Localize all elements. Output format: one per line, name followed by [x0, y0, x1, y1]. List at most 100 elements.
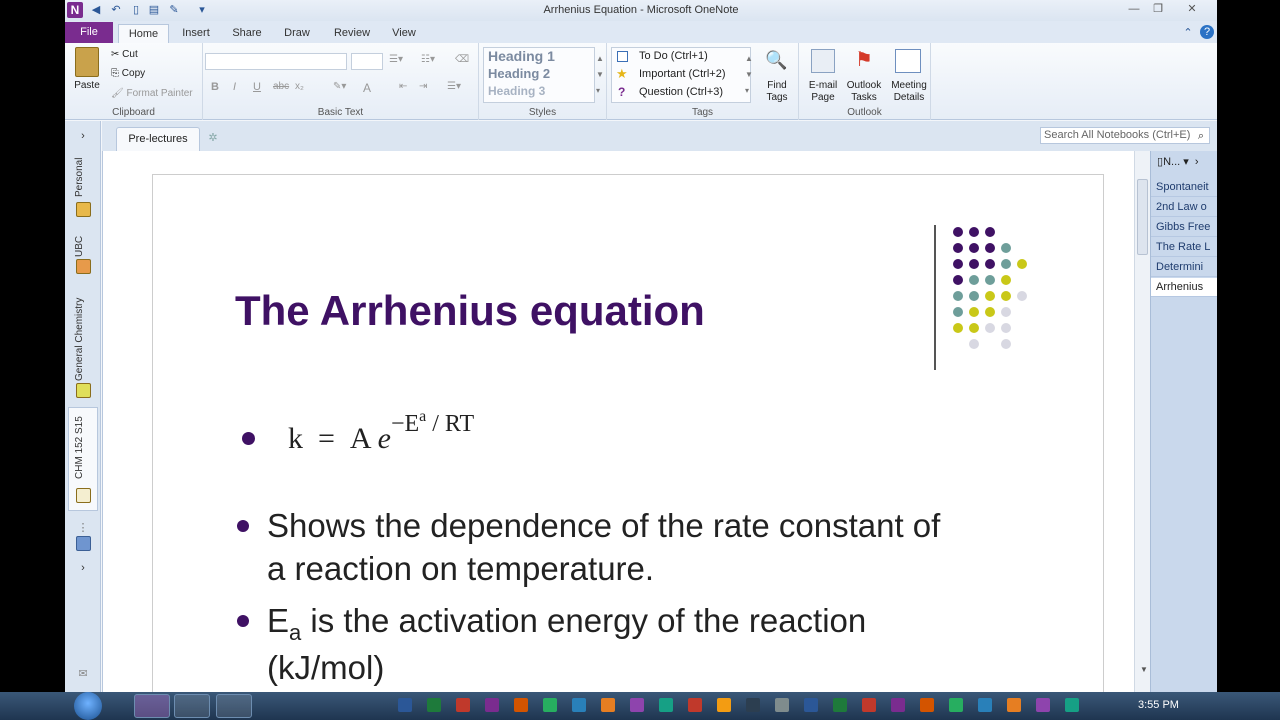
tray-icon[interactable] — [1007, 698, 1021, 712]
paste-icon[interactable] — [75, 47, 99, 77]
help-icon[interactable]: ? — [1200, 25, 1214, 39]
vertical-scrollbar[interactable]: ▼ — [1134, 151, 1150, 692]
clear-formatting-icon[interactable]: ⌫ — [455, 54, 469, 65]
style-heading-1[interactable]: Heading 1 — [485, 48, 591, 65]
increase-indent-icon[interactable]: ⇥ — [419, 81, 427, 92]
cut-button[interactable]: ✂ Cut — [111, 49, 138, 60]
italic-button[interactable]: I — [233, 81, 236, 93]
quick-notes-icon[interactable]: ✉ — [76, 667, 90, 681]
email-page-button[interactable]: E-mail Page — [803, 80, 843, 104]
search-input[interactable]: Search All Notebooks (Ctrl+E) — [1040, 127, 1210, 144]
taskbar-app-3[interactable] — [216, 694, 252, 718]
tray-icon[interactable] — [601, 698, 615, 712]
format-painter-button[interactable]: 🖌 Format Painter — [111, 88, 193, 99]
paste-button[interactable]: Paste — [69, 80, 105, 92]
decrease-indent-icon[interactable]: ⇤ — [399, 81, 407, 92]
tray-icon[interactable] — [630, 698, 644, 712]
tray-icon[interactable] — [833, 698, 847, 712]
tray-icon[interactable] — [1065, 698, 1079, 712]
notebook-ubc[interactable]: UBC — [74, 231, 85, 257]
start-button[interactable] — [74, 692, 102, 720]
notebook-general-chemistry[interactable]: General Chemistry — [74, 291, 85, 381]
tray-icon[interactable] — [862, 698, 876, 712]
notebook-personal[interactable]: Personal — [74, 155, 85, 197]
strikethrough-button[interactable]: abc — [273, 81, 289, 92]
outlook-tasks-button[interactable]: Outlook Tasks — [843, 80, 885, 104]
new-page-button[interactable]: ▯N... ▾ › — [1151, 155, 1217, 175]
page-tab-rate-law[interactable]: The Rate L — [1151, 238, 1217, 257]
meeting-details-button[interactable]: Meeting Details — [887, 80, 931, 104]
tray-icon[interactable] — [746, 698, 760, 712]
restore-icon[interactable]: ❐ — [1147, 2, 1169, 17]
tray-icon[interactable] — [891, 698, 905, 712]
tag-todo[interactable]: To Do (Ctrl+1) — [639, 50, 708, 62]
minimize-ribbon-icon[interactable]: ⌃ — [1181, 26, 1195, 40]
tag-important[interactable]: Important (Ctrl+2) — [639, 68, 726, 80]
notebook-book-icon[interactable] — [76, 383, 91, 398]
tab-insert[interactable]: Insert — [173, 24, 219, 43]
tray-icon[interactable] — [485, 698, 499, 712]
copy-button[interactable]: ⎘ Copy — [111, 68, 145, 79]
new-section-icon[interactable]: ✲ — [206, 131, 220, 145]
align-icon[interactable]: ☰▾ — [447, 81, 461, 92]
page-tab-arrhenius[interactable]: Arrhenius — [1151, 278, 1217, 297]
search-icon[interactable]: ⌕ — [1194, 129, 1208, 143]
expand-notebook-pane-bottom-icon[interactable]: › — [76, 561, 90, 575]
tray-icon[interactable] — [398, 698, 412, 712]
tab-file[interactable]: File — [65, 22, 113, 43]
more-notebooks-icon[interactable]: ⋮ — [76, 521, 90, 535]
tray-icon[interactable] — [920, 698, 934, 712]
close-icon[interactable]: ✕ — [1181, 2, 1203, 17]
taskbar-app-2[interactable] — [174, 694, 210, 718]
taskbar-clock[interactable]: 3:55 PM — [1138, 699, 1179, 711]
style-heading-2[interactable]: Heading 2 — [485, 66, 591, 83]
subscript-button[interactable]: x₂ — [295, 81, 304, 92]
underline-button[interactable]: U — [253, 81, 261, 93]
tab-home[interactable]: Home — [118, 24, 169, 43]
bullets-icon[interactable]: ☰▾ — [389, 54, 403, 65]
style-heading-3[interactable]: Heading 3 — [485, 84, 591, 101]
section-tab-pre-lectures[interactable]: Pre-lectures — [116, 127, 200, 151]
page-tab-gibbs-free[interactable]: Gibbs Free — [1151, 218, 1217, 237]
numbering-icon[interactable]: ☷▾ — [421, 54, 435, 65]
find-tags-button[interactable]: Find Tags — [759, 80, 795, 104]
tag-question[interactable]: Question (Ctrl+3) — [639, 86, 723, 98]
tray-icon[interactable] — [456, 698, 470, 712]
expand-notebook-pane-icon[interactable]: › — [76, 129, 90, 143]
tray-icon[interactable] — [1036, 698, 1050, 712]
bold-button[interactable]: B — [211, 81, 219, 93]
tray-icon[interactable] — [688, 698, 702, 712]
tab-review[interactable]: Review — [327, 24, 377, 43]
unfiled-notes-icon[interactable] — [76, 536, 91, 551]
tray-icon[interactable] — [543, 698, 557, 712]
page-tab-determining[interactable]: Determini — [1151, 258, 1217, 277]
notebook-book-icon[interactable] — [76, 202, 91, 217]
page-tab-2nd-law[interactable]: 2nd Law o — [1151, 198, 1217, 217]
tray-icon[interactable] — [775, 698, 789, 712]
tray-icon[interactable] — [978, 698, 992, 712]
styles-scroll-icon[interactable]: ▲ ▼ ▾ — [596, 51, 604, 99]
tray-icon[interactable] — [572, 698, 586, 712]
tray-icon[interactable] — [717, 698, 731, 712]
tab-view[interactable]: View — [385, 24, 423, 43]
tab-share[interactable]: Share — [225, 24, 269, 43]
notebook-book-icon[interactable] — [76, 259, 91, 274]
tray-icon[interactable] — [949, 698, 963, 712]
tags-scroll-icon[interactable]: ▲ ▼ ▾ — [745, 51, 753, 99]
scrollbar-thumb[interactable] — [1137, 179, 1148, 255]
minimize-icon[interactable]: — — [1123, 2, 1145, 17]
page-tab-spontaneity[interactable]: Spontaneit — [1151, 178, 1217, 197]
tray-icon[interactable] — [659, 698, 673, 712]
taskbar-onenote[interactable] — [134, 694, 170, 718]
font-color-button[interactable]: A — [363, 81, 371, 95]
page-canvas[interactable]: The Arrhenius equation k = A e−Ea / RT S… — [102, 151, 1134, 692]
scroll-down-icon[interactable]: ▼ — [1137, 663, 1151, 677]
font-size-combo[interactable] — [351, 53, 383, 70]
font-name-combo[interactable] — [205, 53, 347, 70]
tray-icon[interactable] — [804, 698, 818, 712]
tray-icon[interactable] — [427, 698, 441, 712]
tab-draw[interactable]: Draw — [275, 24, 319, 43]
highlight-icon[interactable]: ✎▾ — [333, 81, 346, 92]
tray-icon[interactable] — [514, 698, 528, 712]
notebook-chm-152-s15[interactable]: CHM 152 S15 — [74, 413, 85, 479]
